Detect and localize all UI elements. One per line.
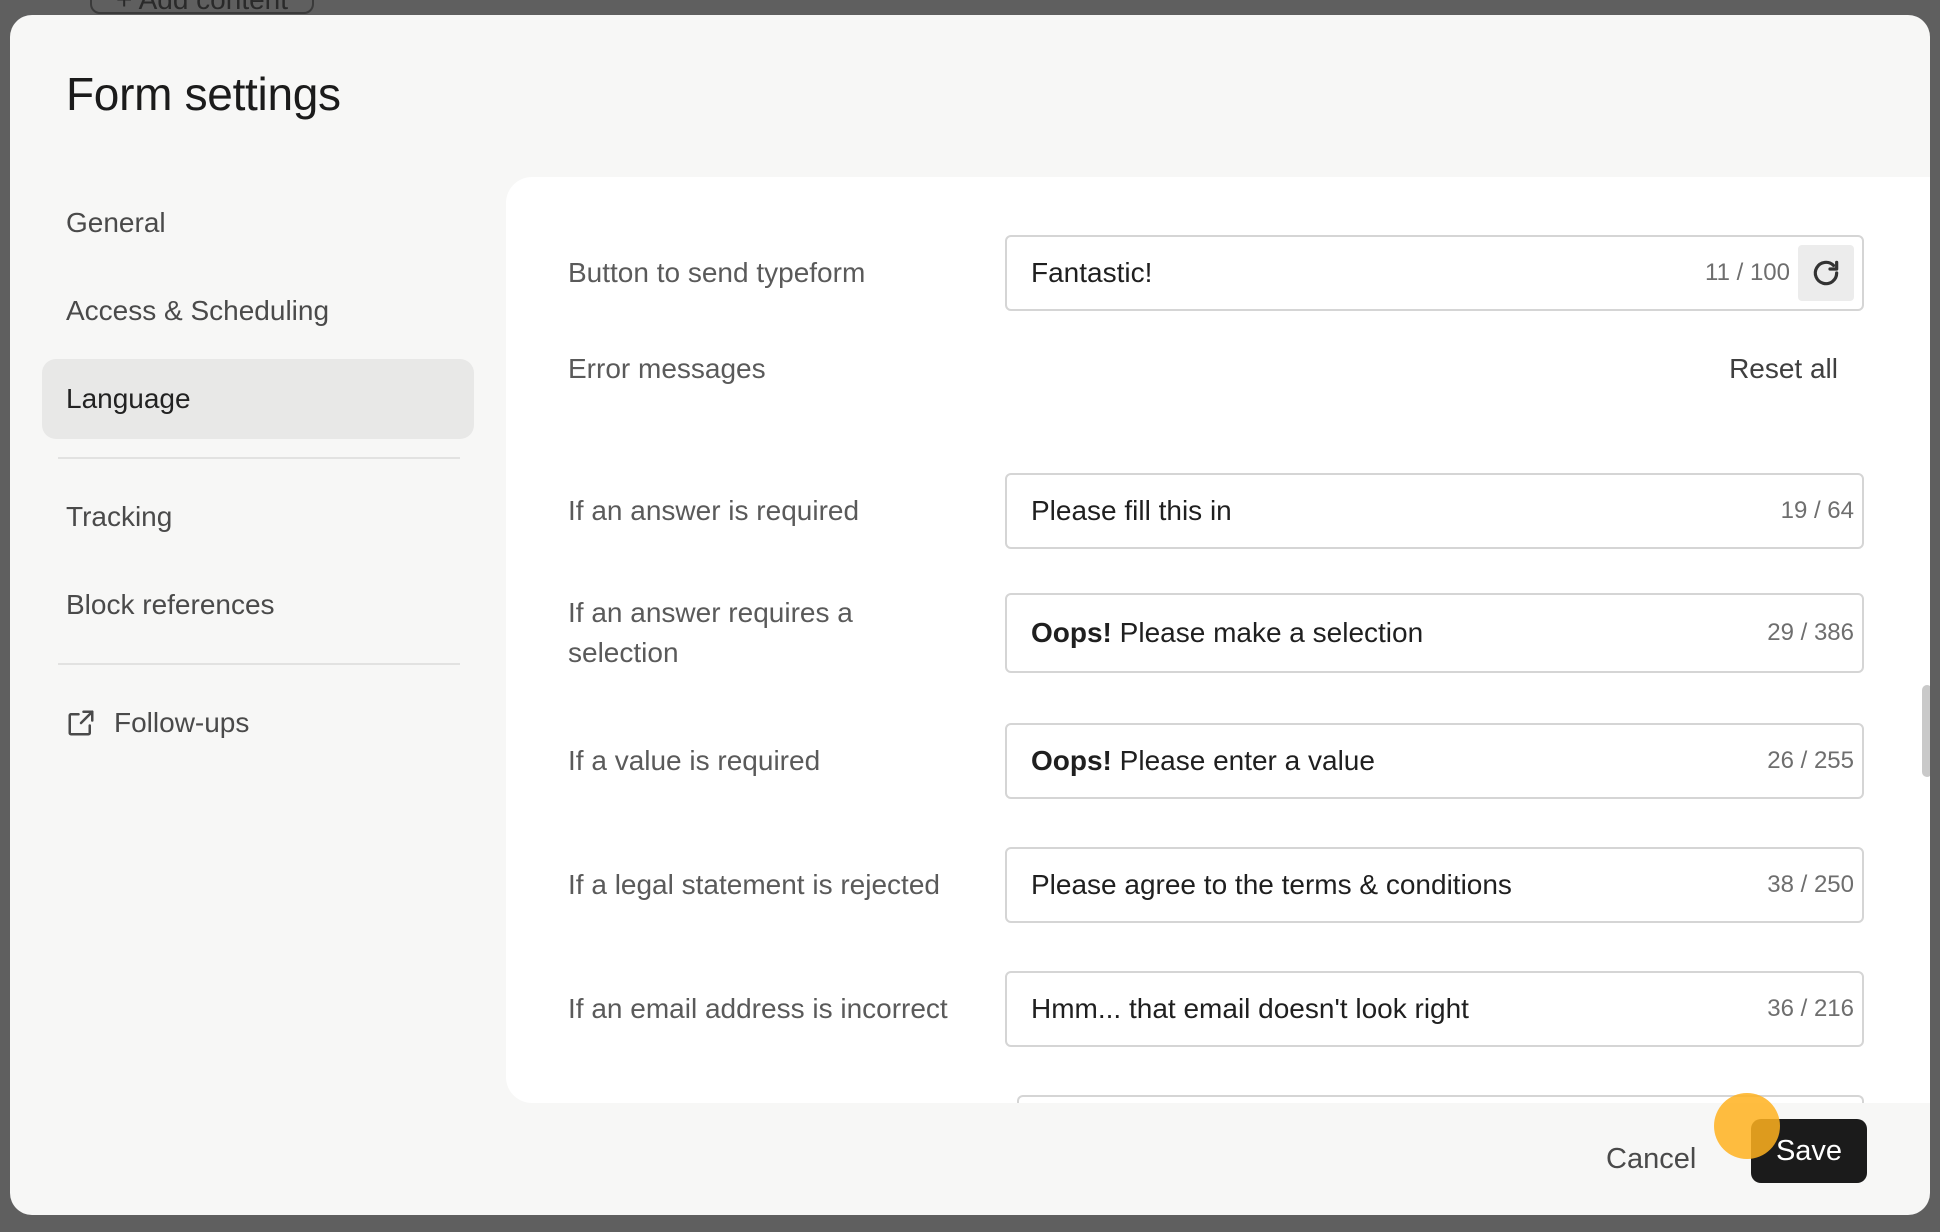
character-counter: 26 / 255 [1767,747,1854,774]
field-label: If an email address is incorrect [568,993,948,1024]
error-message-input[interactable]: Please fill this in 19 / 64 [1005,473,1864,549]
form-settings-dialog: Form settings General Access & Schedulin… [10,15,1930,1215]
content-scrollbar[interactable] [1922,685,1930,777]
field-value[interactable]: Oops! Please enter a value [1031,745,1757,777]
sidebar-item-follow-ups[interactable]: Follow-ups [42,683,474,763]
cancel-button[interactable]: Cancel [1606,1143,1696,1176]
section-label: Error messages [568,353,766,384]
field-value[interactable]: Oops! Please make a selection [1031,617,1757,649]
sidebar-item-block-references[interactable]: Block references [42,565,474,645]
sidebar-divider [58,663,460,665]
reset-field-button[interactable] [1798,245,1854,301]
submit-button-text-row: Button to send typeform Fantastic! 11 / … [568,235,1864,311]
sidebar-item-label: Follow-ups [114,707,250,738]
sidebar-item-label: Block references [66,589,275,620]
refresh-icon [1813,260,1839,286]
dialog-title: Form settings [66,68,341,120]
add-content-button: + Add content [90,0,315,15]
error-messages-header: Error messages Reset all [568,353,1864,385]
next-error-message-input[interactable] [1017,1095,1864,1103]
character-counter: 38 / 250 [1767,871,1854,898]
error-row-selection-required: If an answer requires a selection Oops! … [568,593,1864,673]
settings-sidebar: General Access & Scheduling Language Tra… [42,183,474,771]
error-row-value-required: If a value is required Oops! Please ente… [568,723,1864,799]
character-counter: 29 / 386 [1767,619,1854,646]
external-link-icon [68,710,94,736]
field-label: Button to send typeform [568,257,866,288]
sidebar-item-tracking[interactable]: Tracking [42,477,474,557]
character-counter: 11 / 100 [1705,259,1790,286]
sidebar-divider [58,457,460,459]
error-row-email-incorrect: If an email address is incorrect Hmm... … [568,971,1864,1047]
error-message-input[interactable]: Please agree to the terms & conditions 3… [1005,847,1864,923]
sidebar-item-label: Language [66,383,191,414]
error-message-input[interactable]: Hmm... that email doesn't look right 36 … [1005,971,1864,1047]
submit-button-text-input[interactable]: Fantastic! 11 / 100 [1005,235,1864,311]
error-row-legal-rejected: If a legal statement is rejected Please … [568,847,1864,923]
field-label: If an answer requires a selection [568,597,853,668]
error-row-answer-required: If an answer is required Please fill thi… [568,473,1864,549]
error-message-input[interactable]: Oops! Please enter a value 26 / 255 [1005,723,1864,799]
character-counter: 19 / 64 [1780,497,1854,524]
error-message-input[interactable]: Oops! Please make a selection 29 / 386 [1005,593,1864,673]
reset-all-button[interactable]: Reset all [1729,353,1864,385]
field-value[interactable]: Please fill this in [1031,495,1771,527]
sidebar-item-label: Tracking [66,501,173,532]
background-toolbar: + Add content [90,0,315,15]
field-label: If a value is required [568,745,821,776]
language-settings-panel: Button to send typeform Fantastic! 11 / … [506,177,1930,1103]
sidebar-item-label: Access & Scheduling [66,295,330,326]
sidebar-item-label: General [66,207,166,238]
field-value[interactable]: Fantastic! [1031,257,1695,289]
save-button[interactable]: Save [1751,1119,1867,1183]
character-counter: 36 / 216 [1767,995,1854,1022]
sidebar-item-general[interactable]: General [42,183,474,263]
field-label: If an answer is required [568,495,860,526]
field-label: If a legal statement is rejected [568,869,940,900]
sidebar-item-language[interactable]: Language [42,359,474,439]
field-value[interactable]: Hmm... that email doesn't look right [1031,993,1757,1025]
sidebar-item-access-scheduling[interactable]: Access & Scheduling [42,271,474,351]
field-value[interactable]: Please agree to the terms & conditions [1031,869,1757,901]
